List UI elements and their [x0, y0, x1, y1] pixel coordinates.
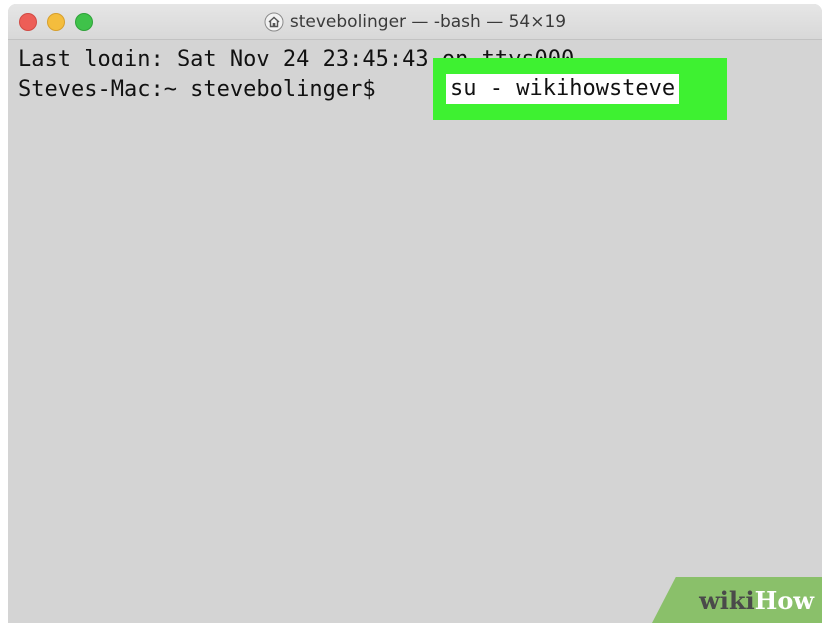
window-title-text: stevebolinger — -bash — 54×19: [289, 12, 567, 32]
title-bar[interactable]: stevebolinger — -bash — 54×19: [8, 4, 822, 40]
watermark-how: How: [754, 585, 814, 615]
window-title: stevebolinger — -bash — 54×19: [8, 4, 822, 40]
typed-command[interactable]: su - wikihowsteve: [446, 74, 680, 104]
wikihow-watermark: wiki How: [652, 577, 822, 623]
home-icon: [264, 12, 284, 32]
terminal-window: stevebolinger — -bash — 54×19 Last login…: [8, 4, 822, 623]
watermark-wiki: wiki: [699, 585, 755, 615]
shell-prompt: Steves-Mac:~ stevebolinger$: [18, 77, 389, 102]
